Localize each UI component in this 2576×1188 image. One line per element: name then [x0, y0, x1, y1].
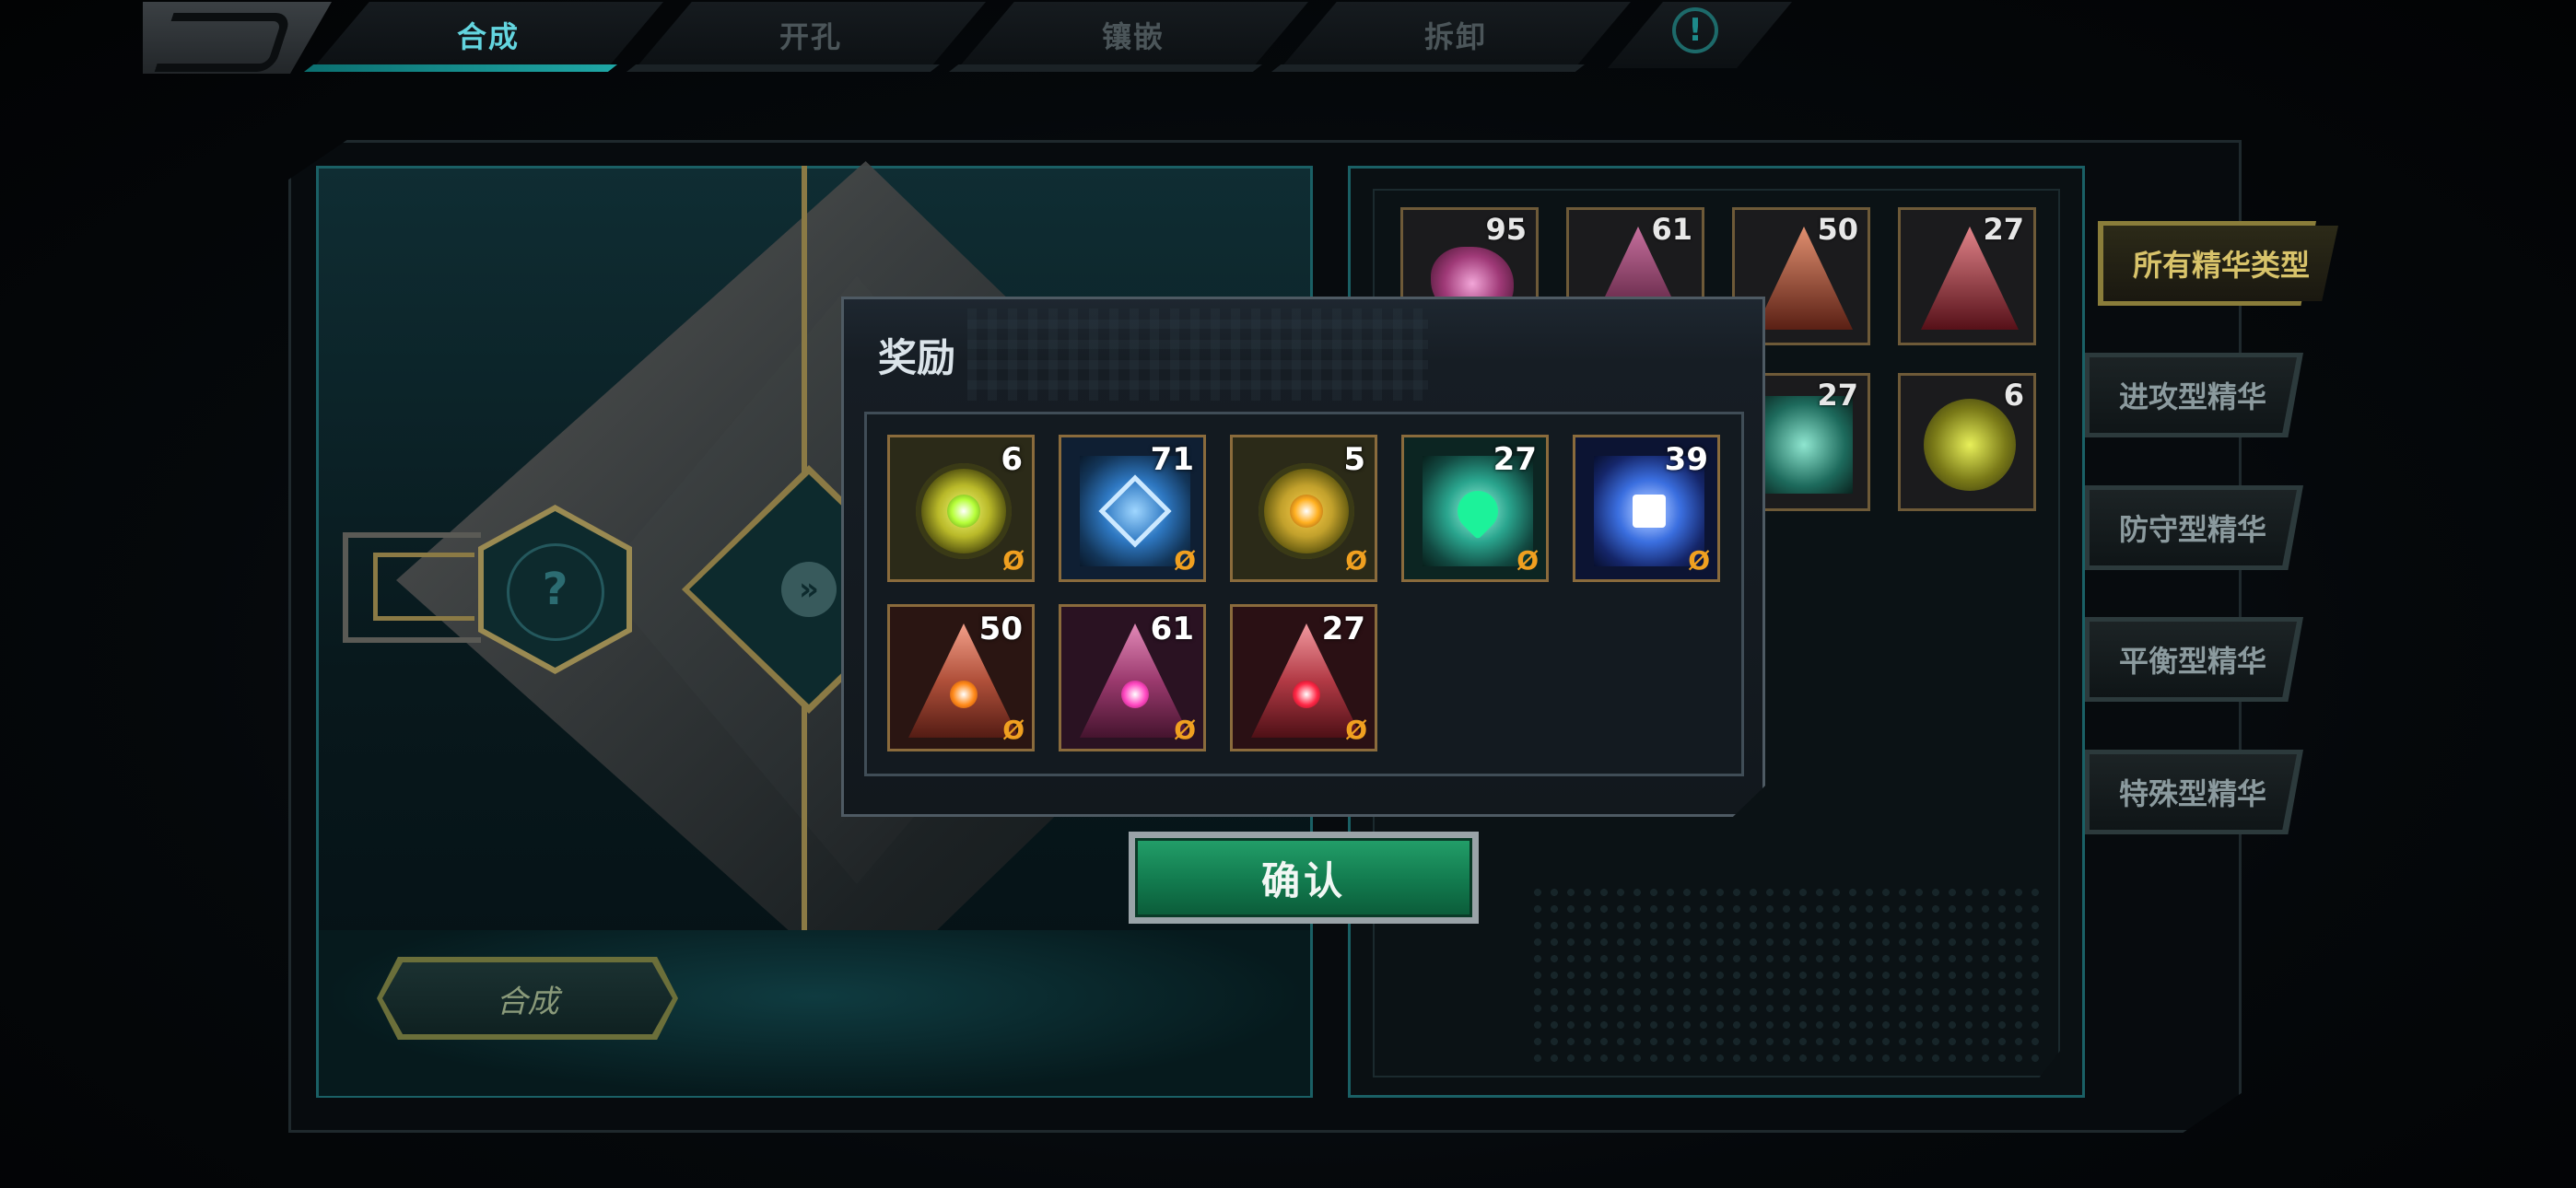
- bound-icon: Ø: [1174, 715, 1196, 745]
- item-count: 95: [1485, 212, 1527, 247]
- gem-core: [947, 495, 980, 528]
- tab-remove[interactable]: 拆卸: [1281, 2, 1631, 68]
- confirm-button[interactable]: 确认: [1135, 838, 1472, 917]
- item-count: 27: [1817, 378, 1858, 413]
- reward-count: 50: [978, 611, 1023, 647]
- filter-balance[interactable]: 平衡型精华: [2090, 622, 2297, 697]
- bound-icon: Ø: [1002, 715, 1025, 745]
- inventory-item[interactable]: 6: [1898, 373, 2036, 511]
- back-arrow-icon: [154, 13, 293, 72]
- question-icon: ?: [484, 511, 626, 668]
- reward-item[interactable]: 50 Ø: [887, 604, 1035, 751]
- reward-item[interactable]: 6 Ø: [887, 435, 1035, 582]
- filter-label: 所有精华类型: [2133, 248, 2311, 283]
- tab-compose[interactable]: 合成: [313, 2, 663, 68]
- reward-count: 5: [1343, 441, 1365, 478]
- double-chevron-icon: »: [781, 562, 837, 617]
- bound-icon: Ø: [1688, 545, 1710, 576]
- info-glyph: !: [1688, 12, 1703, 49]
- reward-count: 27: [1321, 611, 1365, 647]
- tab-label: 合成: [456, 19, 520, 54]
- reward-count: 61: [1150, 611, 1194, 647]
- gem-core: [1290, 495, 1323, 528]
- game-screen: 合成 开孔 镶嵌 拆卸 ! ? » 合成 95 61 50 27 27 6 所有…: [0, 0, 2576, 1188]
- reward-count: 27: [1493, 441, 1537, 478]
- tab-inlay[interactable]: 镶嵌: [958, 2, 1308, 68]
- bound-icon: Ø: [1174, 545, 1196, 576]
- filter-label: 特殊型精华: [2119, 776, 2267, 811]
- reward-item[interactable]: 27 Ø: [1401, 435, 1549, 582]
- bound-icon: Ø: [1516, 545, 1539, 576]
- reward-count: 71: [1150, 441, 1194, 478]
- compose-button-label: 合成: [496, 983, 559, 1020]
- filter-label: 防守型精华: [2119, 512, 2267, 547]
- item-count: 6: [2003, 378, 2024, 413]
- gold-orb-icon: [1924, 399, 2016, 491]
- reward-item[interactable]: 39 Ø: [1573, 435, 1720, 582]
- filter-label: 平衡型精华: [2119, 644, 2267, 679]
- shell-arm-trim: [373, 553, 474, 621]
- bound-icon: Ø: [1345, 715, 1367, 745]
- filter-defense[interactable]: 防守型精华: [2090, 490, 2297, 565]
- item-count: 27: [1983, 212, 2024, 247]
- filter-all[interactable]: 所有精华类型: [2103, 226, 2338, 301]
- confirm-label: 确认: [1260, 857, 1346, 903]
- gem-core: [1293, 681, 1320, 708]
- gem-core: [950, 681, 978, 708]
- reward-item[interactable]: 27 Ø: [1230, 604, 1377, 751]
- filter-attack[interactable]: 进攻型精华: [2090, 357, 2297, 433]
- reward-item[interactable]: 71 Ø: [1059, 435, 1206, 582]
- tab-label: 开孔: [779, 19, 842, 54]
- reward-item[interactable]: 61 Ø: [1059, 604, 1206, 751]
- dialog-header-pattern: [967, 309, 1428, 401]
- tab-compose-underline: [304, 64, 617, 72]
- tab-inlay-underline: [949, 64, 1262, 72]
- tab-label: 镶嵌: [1101, 19, 1165, 54]
- bound-icon: Ø: [1345, 545, 1367, 576]
- question-mark: ?: [542, 564, 568, 615]
- tab-label: 拆卸: [1423, 19, 1487, 54]
- filter-label: 进攻型精华: [2119, 379, 2267, 414]
- bound-icon: Ø: [1002, 545, 1025, 576]
- dot-pattern: [1529, 884, 2045, 1068]
- item-count: 61: [1651, 212, 1692, 247]
- tab-remove-underline: [1271, 64, 1585, 72]
- inventory-item[interactable]: 27: [1898, 207, 2036, 345]
- item-count: 50: [1817, 212, 1858, 247]
- reward-item[interactable]: 5 Ø: [1230, 435, 1377, 582]
- reward-count: 39: [1664, 441, 1708, 478]
- dialog-title: 奖励: [878, 335, 956, 380]
- reward-count: 6: [1001, 441, 1023, 478]
- tab-socket[interactable]: 开孔: [636, 2, 986, 68]
- compose-button[interactable]: 合成: [382, 962, 673, 1034]
- info-icon[interactable]: !: [1672, 7, 1718, 53]
- gem-core: [1121, 681, 1149, 708]
- filter-special[interactable]: 特殊型精华: [2090, 754, 2297, 830]
- tab-socket-underline: [626, 64, 940, 72]
